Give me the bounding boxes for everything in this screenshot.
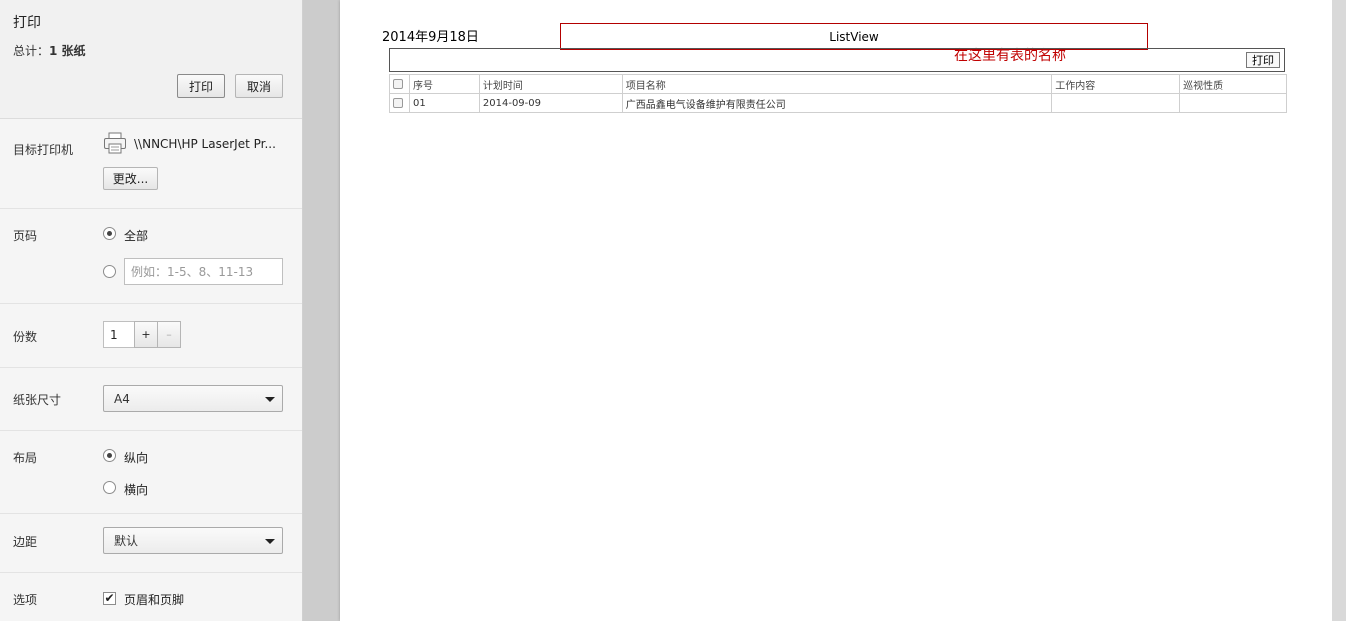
copies-increment-button[interactable]: + [134, 321, 158, 348]
page-range-input[interactable]: 例如：1-5、8、11-13 [124, 258, 283, 285]
column-header: 序号 [408, 74, 480, 94]
portrait-label: 纵向 [124, 451, 149, 465]
header-checkbox-cell [389, 74, 410, 94]
table-cell [1051, 93, 1181, 113]
printer-icon [104, 132, 126, 154]
summary-prefix: 总计： [13, 44, 50, 58]
column-header: 巡视性质 [1179, 74, 1287, 94]
print-header: 打印 总计：1 张纸 打印 取消 [0, 0, 302, 119]
print-title: 打印 [13, 15, 41, 31]
table-cell [1179, 93, 1287, 113]
pages-all-label: 全部 [124, 229, 149, 243]
options-label: 选项 [13, 593, 38, 607]
paper-size-section: 纸张尺寸 A4 [0, 368, 302, 431]
landscape-radio[interactable] [103, 481, 116, 494]
select-all-checkbox[interactable] [393, 79, 403, 89]
copies-section: 份数 1 + – [0, 304, 302, 368]
preview-toolbar: 打印 [389, 48, 1285, 72]
chevron-down-icon [265, 539, 275, 544]
table-row: 01 2014-09-09 广西品鑫电气设备维护有限责任公司 [389, 93, 1287, 113]
table-header-row: 序号 计划时间 项目名称 工作内容 巡视性质 [389, 74, 1287, 94]
preview-print-button[interactable]: 打印 [1246, 52, 1280, 68]
margins-section: 边距 默认 [0, 514, 302, 573]
portrait-radio[interactable] [103, 449, 116, 462]
destination-section: 目标打印机 \\NNCH\HP LaserJet Pr... 更改... [0, 119, 302, 209]
paper-size-value: A4 [114, 391, 130, 406]
pages-all-radio[interactable] [103, 227, 116, 240]
preview-table: 序号 计划时间 项目名称 工作内容 巡视性质 01 2014-09-09 广西品… [389, 74, 1287, 113]
paper-size-select[interactable]: A4 [103, 385, 283, 412]
chevron-down-icon [265, 397, 275, 402]
cancel-button[interactable]: 取消 [235, 74, 283, 98]
options-section: 选项 ✔ 页眉和页脚 [0, 573, 302, 621]
paper-size-label: 纸张尺寸 [13, 393, 62, 407]
print-button[interactable]: 打印 [177, 74, 225, 98]
header-footer-label: 页眉和页脚 [124, 593, 185, 607]
document-date: 2014年9月18日 [382, 30, 479, 45]
table-cell: 广西品鑫电气设备维护有限责任公司 [621, 93, 1053, 113]
copies-input[interactable]: 1 [103, 321, 135, 348]
pages-label: 页码 [13, 229, 38, 243]
copies-decrement-button[interactable]: – [157, 321, 181, 348]
column-header: 项目名称 [621, 74, 1053, 94]
table-cell: 01 [408, 93, 480, 113]
margins-label: 边距 [13, 535, 38, 549]
printer-name: \\NNCH\HP LaserJet Pr... [134, 137, 276, 151]
landscape-label: 横向 [124, 483, 149, 497]
preview-scrollbar[interactable] [1332, 0, 1346, 621]
layout-label: 布局 [13, 451, 38, 465]
layout-section: 布局 纵向 横向 [0, 431, 302, 514]
column-header: 工作内容 [1051, 74, 1181, 94]
print-preview-page: 2014年9月18日 ListView 在这里有表的名称 打印 序号 计划时间 … [340, 0, 1332, 621]
row-checkbox-cell [389, 93, 410, 113]
row-checkbox[interactable] [393, 97, 403, 108]
destination-label: 目标打印机 [13, 143, 74, 157]
table-cell: 2014-09-09 [478, 93, 623, 113]
header-footer-checkbox[interactable]: ✔ [103, 592, 116, 605]
pages-section: 页码 全部 例如：1-5、8、11-13 [0, 209, 302, 304]
margins-select[interactable]: 默认 [103, 527, 283, 554]
margins-value: 默认 [114, 534, 139, 548]
column-header: 计划时间 [478, 74, 623, 94]
sheet-summary: 总计：1 张纸 [13, 42, 86, 59]
copies-label: 份数 [13, 330, 38, 344]
pages-range-radio[interactable] [103, 265, 116, 278]
summary-value: 1 张纸 [49, 44, 86, 58]
change-printer-button[interactable]: 更改... [103, 167, 158, 190]
print-settings-sidebar: 打印 总计：1 张纸 打印 取消 目标打印机 \\NNCH\HP LaserJe… [0, 0, 303, 621]
